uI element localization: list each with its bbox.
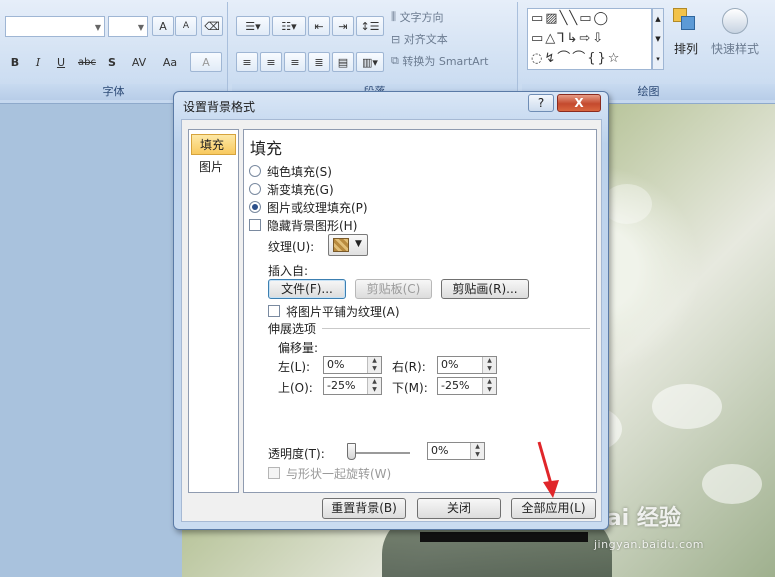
clipart-button[interactable]: 剪贴画(R)... [441,279,529,299]
annotation-arrow-icon [537,441,559,498]
decrease-indent-button[interactable]: ⇤ [308,16,330,36]
text-direction-button[interactable]: ⫼ 文字方向 [390,7,480,27]
reset-background-button[interactable]: 重置背景(B) [322,498,406,519]
columns-button[interactable]: ▥▾ [356,52,384,72]
change-case-button[interactable]: Aa [156,52,184,72]
spinner-arrows-icon[interactable]: ▲ ▼ [367,378,381,394]
checkbox-icon [268,305,280,317]
quick-styles-icon [722,8,748,34]
nav-item-fill[interactable]: 填充 [191,134,236,155]
apply-to-all-button[interactable]: 全部应用(L) [511,498,596,519]
gallery-scroll[interactable]: ▲ ▼ ▾ [652,8,664,70]
stretch-options-label: 伸展选项 [268,322,317,336]
transparency-slider-thumb[interactable] [347,443,356,460]
transparency-label: 透明度(T): [268,447,325,461]
bullets-button[interactable]: ☰▾ [236,16,270,36]
black-bar [420,532,588,542]
arrange-icon [673,8,699,34]
increase-indent-button[interactable]: ⇥ [332,16,354,36]
bottom-offset-label: 下(M): [392,381,428,395]
close-x-button[interactable]: X [557,94,601,112]
nav-item-picture[interactable]: 图片 [191,157,236,178]
category-nav: 填充 图片 [188,129,239,493]
texture-swatch-icon [333,238,349,252]
strikethrough-button[interactable]: abc [74,52,100,72]
spinner-arrows-icon[interactable]: ▲ ▼ [482,378,496,394]
align-right-button[interactable]: ≡ [284,52,306,72]
spinner-arrows-icon[interactable]: ▲ ▼ [470,443,484,459]
numbering-button[interactable]: ☷▾ [272,16,306,36]
spinner-arrows-icon[interactable]: ▲ ▼ [367,357,381,373]
bold-button[interactable]: B [5,52,25,72]
file-button[interactable]: 文件(F)... [268,279,346,299]
right-offset-input[interactable]: 0% ▲ ▼ [437,356,497,374]
font-group: ▼ ▼ A A ⌫ B I U abc S AV Aa A 字体 [0,2,228,102]
quick-styles-button[interactable]: 快速样式 [708,6,762,66]
help-button[interactable]: ? [528,94,554,112]
align-text-icon: ⊟ [391,32,404,46]
shapes-gallery[interactable]: ▭▨╲╲▭◯ ▭△⅂↳⇨⇩ ◌↯⌒⌒{}☆ [527,8,652,70]
left-offset-label: 左(L): [278,360,311,374]
spinner-arrows-icon[interactable]: ▲ ▼ [482,357,496,373]
transparency-slider-track[interactable] [347,452,410,454]
ribbon: ▼ ▼ A A ⌫ B I U abc S AV Aa A 字体 ☰▾ ☷▾ ⇤… [0,0,775,104]
picture-fill-option[interactable]: 图片或纹理填充(P) [249,199,368,215]
font-size-combo[interactable]: ▼ [108,16,148,37]
font-color-button[interactable]: A [190,52,222,72]
insert-from-label: 插入自: [268,264,309,278]
shadow-button[interactable]: S [102,52,122,72]
clipboard-button[interactable]: 剪贴板(C) [355,279,432,299]
fill-panel: 填充 纯色填充(S) 渐变填充(G) 图片或纹理填充(P) 隐藏背景图形(H) … [243,129,597,493]
checkbox-icon [268,467,280,479]
clear-format-button[interactable]: ⌫ [201,16,223,36]
right-offset-label: 右(R): [392,360,426,374]
text-direction-icon: ⫼ [391,10,400,23]
line-spacing-button[interactable]: ↕☰ [356,16,384,36]
chevron-down-icon: ▼ [355,239,362,249]
stretch-separator [322,328,590,329]
drawing-group: ▭▨╲╲▭◯ ▭△⅂↳⇨⇩ ◌↯⌒⌒{}☆ ▲ ▼ ▾ 排列 快速样式 绘图 [522,2,775,102]
bottom-offset-input[interactable]: -25% ▲ ▼ [437,377,497,395]
gradient-fill-option[interactable]: 渐变填充(G) [249,181,334,197]
paragraph-group: ☰▾ ☷▾ ⇤ ⇥ ↕☰ ⫼ 文字方向 ⊟ 对齐文本 ⧉ 转换为 SmartAr… [232,2,518,102]
top-offset-label: 上(O): [278,381,313,395]
underline-button[interactable]: U [51,52,71,72]
texture-picker[interactable]: ▼ [328,234,368,256]
italic-button[interactable]: I [28,52,48,72]
solid-fill-option[interactable]: 纯色填充(S) [249,163,332,179]
convert-smartart-button[interactable]: ⧉ 转换为 SmartArt [390,51,514,71]
char-spacing-button[interactable]: AV [124,52,154,72]
close-button[interactable]: 关闭 [417,498,501,519]
font-name-combo[interactable]: ▼ [5,16,105,37]
arrange-button[interactable]: 排列 [668,6,704,66]
shrink-font-button[interactable]: A [175,16,197,36]
offset-label: 偏移量: [278,341,319,355]
checkbox-icon [249,219,261,231]
radio-icon [249,165,261,177]
align-text-button[interactable]: ⊟ 对齐文本 [390,29,480,49]
transparency-input[interactable]: 0% ▲ ▼ [427,442,485,460]
panel-title: 填充 [250,139,283,158]
grow-font-button[interactable]: A [152,16,174,36]
radio-icon [249,183,261,195]
align-left-button[interactable]: ≡ [236,52,258,72]
tile-texture-checkbox[interactable]: 将图片平铺为纹理(A) [268,303,400,319]
align-center-button[interactable]: ≡ [260,52,282,72]
dialog-title: 设置背景格式 [183,100,256,114]
left-offset-input[interactable]: 0% ▲ ▼ [323,356,382,374]
rotate-with-shape-checkbox[interactable]: 与形状一起旋转(W) [268,465,391,481]
justify-button[interactable]: ≣ [308,52,330,72]
smartart-icon: ⧉ [391,54,403,67]
hide-background-checkbox[interactable]: 隐藏背景图形(H) [249,217,357,233]
distributed-button[interactable]: ▤ [332,52,354,72]
top-offset-input[interactable]: -25% ▲ ▼ [323,377,382,395]
watermark-url: jingyan.baidu.com [594,538,705,551]
radio-selected-icon [249,201,261,213]
texture-label: 纹理(U): [268,240,315,254]
